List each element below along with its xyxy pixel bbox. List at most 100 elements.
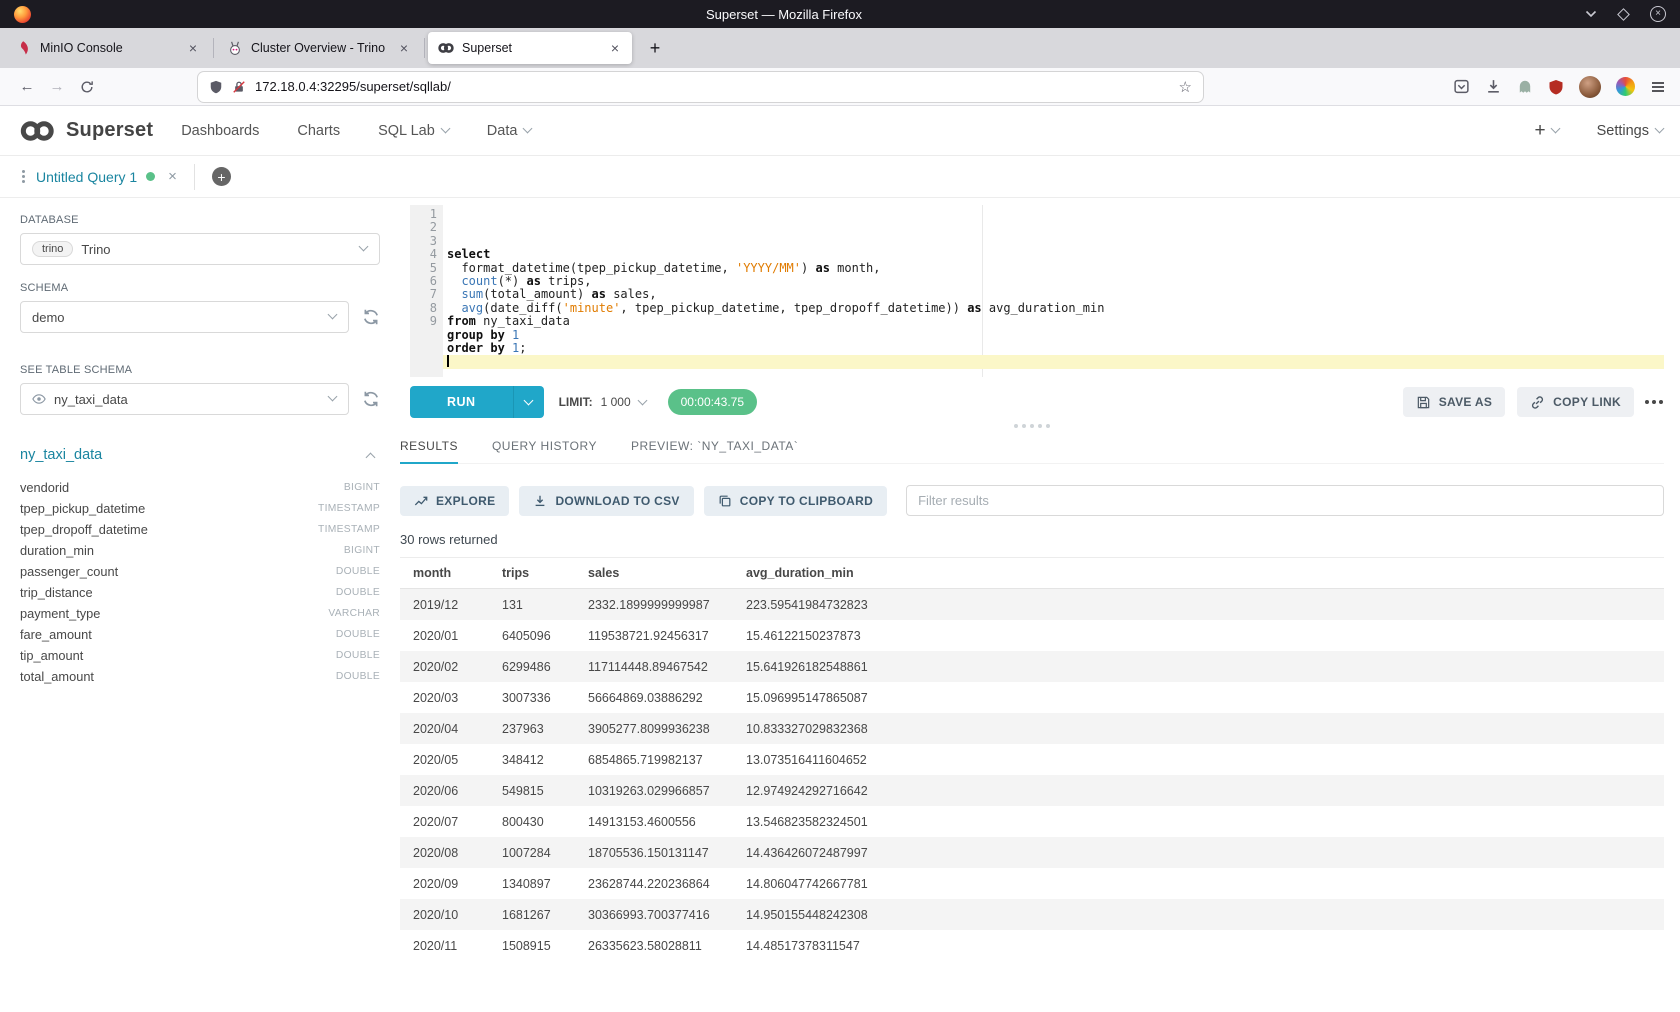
editor-code-area[interactable]: select format_datetime(tpep_pickup_datet… [443,205,1664,377]
downloads-icon[interactable] [1485,78,1502,95]
table-schema-header[interactable]: ny_taxi_data [20,447,380,463]
close-tab-icon[interactable] [608,40,622,56]
table-cell: 2020/07 [400,806,489,837]
save-as-button[interactable]: SAVE AS [1403,387,1505,417]
chevron-down-icon [328,310,338,320]
filter-results-input[interactable] [906,485,1664,516]
ghostery-icon[interactable] [1517,79,1533,95]
results-column-header[interactable]: sales [575,558,733,589]
limit-dropdown[interactable]: LIMIT: 1 000 [559,395,646,409]
forward-button[interactable] [42,72,72,102]
results-column-header[interactable]: avg_duration_min [733,558,1664,589]
close-window-icon[interactable] [1650,6,1666,22]
tab-query-history[interactable]: QUERY HISTORY [492,439,597,463]
maximize-window-icon[interactable] [1617,8,1630,21]
run-button[interactable]: RUN [410,386,513,418]
sqllab-sidebar: DATABASE trino Trino SCHEMA demo [0,198,400,1012]
sql-editor[interactable]: 123456789 select format_datetime(tpep_pi… [410,205,1664,377]
url-bar[interactable]: 172.18.0.4:32295/superset/sqllab/ [198,72,1203,102]
table-column-row: tpep_pickup_datetimeTIMESTAMP [20,498,380,519]
settings-menu[interactable]: Settings [1597,123,1663,139]
tab-preview-table[interactable]: PREVIEW: `NY_TAXI_DATA` [631,439,798,463]
chevron-down-icon [637,395,647,405]
table-cell: 3007336 [489,682,575,713]
new-tab-button[interactable] [640,33,670,63]
schema-select[interactable]: demo [20,301,349,333]
browser-tab-trino[interactable]: Cluster Overview - Trino [217,32,421,64]
run-options-caret[interactable] [513,386,544,418]
nav-data[interactable]: Data [487,123,532,139]
sync-icon [362,390,380,408]
limit-value: 1 000 [601,395,631,409]
gutter-line-number: 9 [410,315,437,328]
results-column-header[interactable]: month [400,558,489,589]
table-cell: 6299486 [489,651,575,682]
close-tab-icon[interactable] [186,40,200,56]
download-csv-button[interactable]: DOWNLOAD TO CSV [519,486,693,516]
nav-dashboards[interactable]: Dashboards [181,123,259,139]
minimize-window-icon[interactable] [1585,10,1597,18]
browser-tab-superset[interactable]: Superset [428,32,632,64]
table-cell: 14.806047742667781 [733,868,1664,899]
table-cell: 223.59541984732823 [733,589,1664,621]
add-query-tab-button[interactable] [212,167,231,186]
sync-icon [362,308,380,326]
table-column-row: passenger_countDOUBLE [20,561,380,582]
chevron-down-icon [524,395,534,405]
column-type: TIMESTAMP [318,503,380,514]
eye-icon [32,392,46,406]
save-to-pocket-icon[interactable] [1453,78,1470,95]
row-count-text: 30 rows returned [400,532,1664,547]
copy-to-clipboard-button[interactable]: COPY TO CLIPBOARD [704,486,887,516]
column-name: vendorid [20,480,69,495]
gutter-line-number: 6 [410,275,437,288]
close-query-tab-icon[interactable] [168,168,177,185]
table-cell: 14.950155448242308 [733,899,1664,930]
extension-pinwheel-icon[interactable] [1616,77,1635,96]
gutter-line-number: 5 [410,262,437,275]
table-cell: 2020/05 [400,744,489,775]
close-tab-icon[interactable] [397,40,411,56]
insecure-lock-icon[interactable] [232,80,246,94]
table-cell: 12.974924292716642 [733,775,1664,806]
tracking-shield-icon[interactable] [209,80,223,94]
table-cell: 2019/12 [400,589,489,621]
database-select[interactable]: trino Trino [20,233,380,265]
table-row: 2020/0654981510319263.02996685712.974924… [400,775,1664,806]
table-select[interactable]: ny_taxi_data [20,383,349,415]
database-label: DATABASE [20,214,380,226]
superset-logo-icon [17,119,57,143]
chevron-down-icon [328,392,338,402]
chevron-up-icon[interactable] [366,452,376,462]
more-options-icon[interactable] [1652,400,1656,404]
reload-button[interactable] [72,72,102,102]
superset-logo[interactable]: Superset [17,119,153,143]
gutter-line-number: 2 [410,221,437,234]
column-type: DOUBLE [336,671,380,682]
table-cell: 15.46122150237873 [733,620,1664,651]
tab-results[interactable]: RESULTS [400,439,458,464]
account-avatar[interactable] [1579,76,1601,98]
column-type: DOUBLE [336,587,380,598]
menu-icon[interactable] [1650,79,1666,95]
refresh-schemas-button[interactable] [362,308,380,326]
ublock-icon[interactable] [1548,79,1564,95]
query-tab[interactable]: Untitled Query 1 [22,168,177,185]
pane-resize-handle[interactable] [400,419,1664,433]
explore-button[interactable]: EXPLORE [400,486,509,516]
new-item-button[interactable]: + [1534,120,1558,142]
results-grid: monthtripssalesavg_duration_min 2019/12 1… [400,557,1664,1012]
browser-tab-minio[interactable]: MinIO Console [6,32,210,64]
table-cell: 30366993.700377416 [575,899,733,930]
bookmark-star-icon[interactable] [1179,78,1192,96]
nav-sql-lab[interactable]: SQL Lab [378,123,449,139]
copy-link-button[interactable]: COPY LINK [1517,387,1634,417]
nav-charts[interactable]: Charts [297,123,340,139]
table-row: 2020/042379633905277.809993623810.833327… [400,713,1664,744]
refresh-tables-button[interactable] [362,390,380,408]
column-type: VARCHAR [328,608,380,619]
table-column-row: tip_amountDOUBLE [20,645,380,666]
drag-handle-icon[interactable] [22,175,25,178]
results-column-header[interactable]: trips [489,558,575,589]
back-button[interactable] [12,72,42,102]
